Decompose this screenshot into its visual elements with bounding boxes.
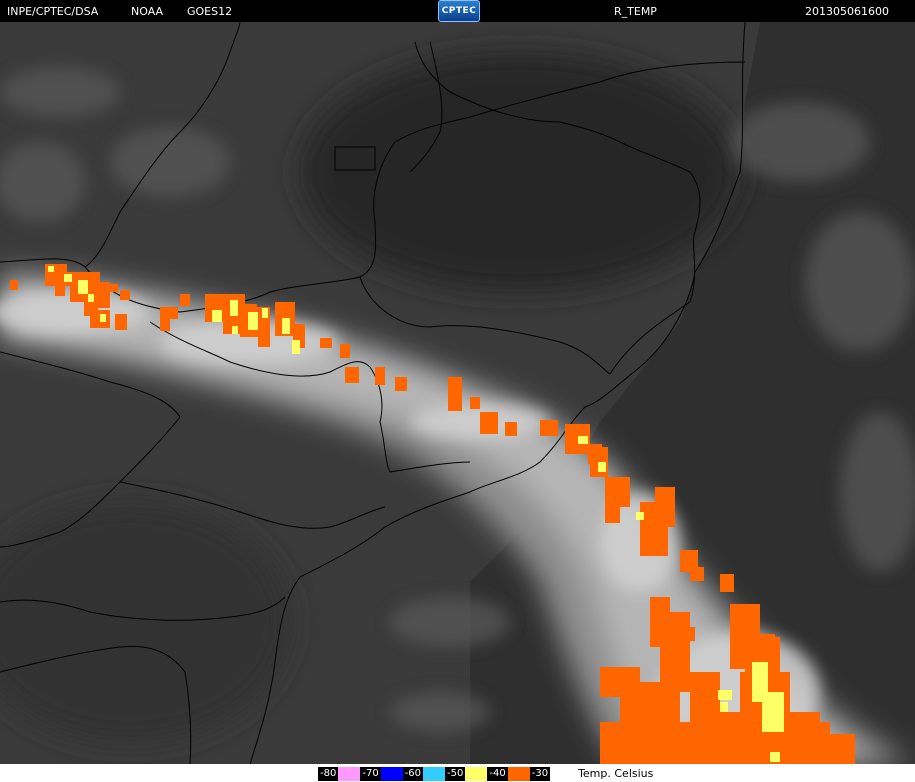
legend-item: -30 (529, 764, 573, 782)
legend-item: -80 (318, 764, 361, 782)
agency-label: NOAA (131, 5, 164, 18)
product-label: R_TEMP (614, 5, 657, 18)
satellite-image-viewer: INPE/CPTEC/DSA NOAA GOES12 CPTEC R_TEMP … (0, 0, 915, 782)
legend-label: -80 (318, 767, 339, 781)
legend-caption: Temp. Celsius (578, 766, 654, 780)
image-header: INPE/CPTEC/DSA NOAA GOES12 CPTEC R_TEMP … (0, 0, 915, 22)
timestamp-label: 201305061600 (805, 5, 889, 18)
legend-item: -50 (445, 764, 488, 782)
legend-label: -40 (487, 767, 508, 781)
legend-item: -70 (360, 764, 403, 782)
legend-swatch (465, 767, 488, 781)
legend-item: -60 (402, 764, 446, 782)
legend-swatch (507, 767, 530, 781)
clear-sky-region (300, 52, 740, 292)
satellite-label: GOES12 (187, 5, 233, 18)
legend-swatch (380, 767, 403, 781)
legend-bar: -80 -70 -60 -50 -40 -30 Temp. Celsius (0, 764, 915, 782)
satellite-map (0, 22, 915, 764)
legend-item: -40 (487, 764, 530, 782)
legend-swatch (338, 767, 361, 781)
legend-label: -70 (360, 767, 381, 781)
legend-swatch (423, 767, 446, 781)
cptec-logo: CPTEC (438, 0, 480, 22)
legend-label: -60 (402, 767, 424, 781)
source-label: INPE/CPTEC/DSA (7, 5, 99, 18)
legend-swatch (550, 767, 573, 781)
legend-label: -30 (529, 767, 551, 781)
infrared-satellite-image (0, 22, 915, 764)
legend-label: -50 (445, 767, 466, 781)
temperature-legend: -80 -70 -60 -50 -40 -30 Temp. Celsius (318, 764, 653, 782)
